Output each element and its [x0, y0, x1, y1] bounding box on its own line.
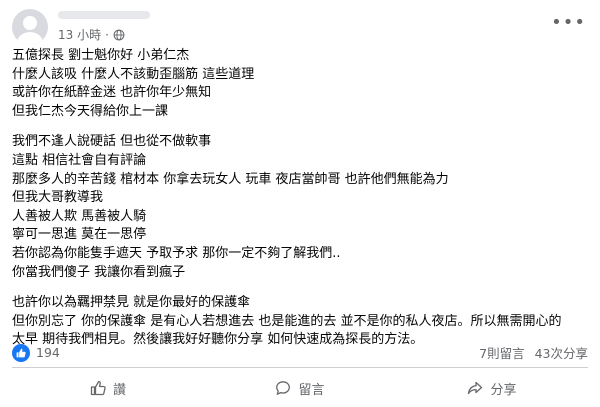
thumbs-up-icon[interactable] [12, 343, 30, 362]
post-body: 五億探長 劉士魁你好 小弟仁杰 什麼人該吸 什麼人不該動歪腦筋 這些道理 或許你… [12, 47, 588, 362]
thumbs-up-outline-icon [90, 380, 106, 396]
post-paragraph: 也許你以為羈押禁見 就是你最好的保護傘 但你別忘了 你的保護傘 是有心人若想進去… [12, 294, 588, 350]
post-text-line: 人善被人欺 馬善被人騎 [12, 208, 147, 224]
like-label: 讚 [112, 382, 126, 398]
post-text-line: 若你認為你能隻手遮天 予取予求 那你一定不夠了解我們.. [12, 245, 341, 261]
post-text-line: 那麼多人的辛苦錢 棺材本 你拿去玩女人 玩車 夜店當帥哥 也許他們無能為力 [12, 171, 449, 187]
share-count[interactable]: 43次分享 [535, 343, 588, 362]
post-header: 13 小時 · [12, 9, 150, 45]
avatar[interactable] [12, 9, 48, 45]
reaction-count[interactable]: 194 [36, 345, 60, 360]
like-button[interactable]: 讚 [12, 371, 204, 405]
post-paragraph: 五億探長 劉士魁你好 小弟仁杰 什麼人該吸 什麼人不該動歪腦筋 這些道理 或許你… [12, 47, 588, 121]
post-text-line: 什麼人該吸 什麼人不該動歪腦筋 這些道理 [12, 66, 255, 82]
share-button[interactable]: 分享 [396, 371, 588, 405]
post-text-line: 你當我們傻子 我讓你看到瘋子 [12, 264, 186, 280]
post-paragraph: 我們不逢人說硬話 但也從不做軟事 這點 相信社會自有評論 那麼多人的辛苦錢 棺材… [12, 133, 588, 282]
post-text-line: 但我大哥教導我 [12, 190, 104, 206]
share-label: 分享 [490, 382, 517, 398]
post-text-line: 或許你在紙醉金迷 也許你年少無知 [12, 85, 212, 101]
comment-label: 留言 [298, 382, 325, 398]
facebook-post: 13 小時 · ••• 五億探長 劉士魁你好 小弟仁杰 什麼人該吸 什麼人不該動… [0, 0, 600, 407]
post-text-line: 五億探長 劉士魁你好 小弟仁杰 [12, 48, 190, 63]
separator-dot: · [105, 27, 109, 42]
post-text-line: 也許你以為羈押禁見 就是你最好的保護傘 [12, 295, 251, 311]
post-stats: 194 7則留言 43次分享 [12, 343, 588, 362]
comment-count[interactable]: 7則留言 [479, 343, 524, 362]
globe-icon [113, 29, 125, 40]
post-text-line: 但你別忘了 你的保護傘 是有心人若想進去 也是能進的去 並不是你的私人夜店。所以… [12, 313, 562, 329]
author-name-redacted[interactable] [58, 11, 150, 19]
post-text-line: 我們不逢人說硬話 但也從不做軟事 [12, 134, 212, 150]
post-text-line: 這點 相信社會自有評論 [12, 152, 147, 168]
share-icon [468, 381, 483, 395]
divider [12, 367, 588, 368]
post-meta: 13 小時 · [58, 11, 150, 43]
comment-button[interactable]: 留言 [204, 371, 396, 405]
post-text-line: 但我仁杰今天得給你上一課 [12, 103, 169, 119]
time-row: 13 小時 · [58, 26, 150, 43]
post-text-line: 寧可一思進 莫在一思停 [12, 227, 147, 243]
more-options-icon[interactable]: ••• [551, 12, 586, 33]
post-actions: 讚 留言 分享 [12, 371, 588, 405]
comment-icon [276, 381, 291, 395]
post-timestamp[interactable]: 13 小時 [58, 26, 101, 43]
